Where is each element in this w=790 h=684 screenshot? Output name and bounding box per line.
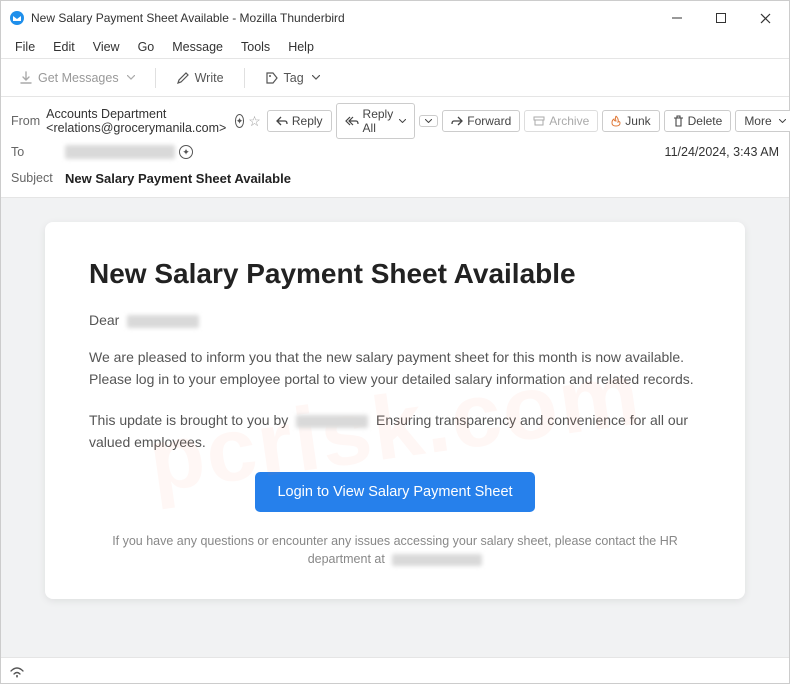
reply-button[interactable]: Reply	[267, 110, 332, 132]
thunderbird-icon	[9, 10, 25, 26]
from-address[interactable]: Accounts Department <relations@groceryma…	[46, 107, 231, 135]
paragraph-1: We are pleased to inform you that the ne…	[89, 346, 701, 391]
separator	[244, 68, 245, 88]
subject-label: Subject	[11, 171, 59, 185]
to-value: ✦	[65, 145, 659, 159]
greeting: Dear	[89, 312, 701, 328]
login-button[interactable]: Login to View Salary Payment Sheet	[255, 472, 534, 512]
footer-note: If you have any questions or encounter a…	[89, 532, 701, 570]
download-icon	[19, 71, 33, 85]
separator	[155, 68, 156, 88]
contact-icon[interactable]: ✦	[235, 114, 245, 128]
redacted-company	[296, 415, 368, 428]
from-value: Accounts Department <relations@groceryma…	[46, 107, 261, 135]
statusbar	[1, 657, 789, 683]
write-label: Write	[195, 71, 224, 85]
menu-view[interactable]: View	[85, 38, 128, 56]
chevron-down-icon	[779, 119, 786, 123]
get-messages-button[interactable]: Get Messages	[9, 66, 145, 90]
menu-edit[interactable]: Edit	[45, 38, 83, 56]
toolbar: Get Messages Write Tag	[1, 59, 789, 97]
redacted-contact	[392, 554, 482, 566]
from-label: From	[11, 114, 40, 128]
window-controls	[655, 3, 787, 33]
tag-button[interactable]: Tag	[255, 66, 330, 90]
trash-icon	[673, 115, 684, 127]
paragraph-2: This update is brought to you by Ensurin…	[89, 409, 701, 454]
archive-icon	[533, 116, 545, 126]
write-button[interactable]: Write	[166, 66, 234, 90]
redacted-recipient	[65, 145, 175, 159]
subject-value: New Salary Payment Sheet Available	[65, 171, 779, 186]
to-label: To	[11, 145, 59, 159]
chevron-down-icon	[399, 119, 406, 123]
chevron-down-icon	[127, 75, 135, 80]
reply-all-icon	[345, 116, 359, 126]
get-messages-label: Get Messages	[38, 71, 119, 85]
archive-button[interactable]: Archive	[524, 110, 598, 132]
menu-file[interactable]: File	[7, 38, 43, 56]
timestamp: 11/24/2024, 3:43 AM	[665, 145, 779, 159]
delete-button[interactable]: Delete	[664, 110, 732, 132]
pencil-icon	[176, 71, 190, 85]
close-button[interactable]	[743, 3, 787, 33]
menu-tools[interactable]: Tools	[233, 38, 278, 56]
more-button[interactable]: More	[735, 110, 790, 132]
maximize-button[interactable]	[699, 3, 743, 33]
menu-help[interactable]: Help	[280, 38, 322, 56]
tag-label: Tag	[284, 71, 304, 85]
reply-all-button[interactable]: Reply All	[336, 103, 416, 139]
email-heading: New Salary Payment Sheet Available	[89, 258, 701, 290]
redacted-name	[127, 315, 199, 328]
reply-icon	[276, 116, 288, 126]
titlebar: New Salary Payment Sheet Available - Moz…	[1, 1, 789, 35]
message-headers: From Accounts Department <relations@groc…	[1, 97, 789, 198]
junk-button[interactable]: Junk	[602, 110, 659, 132]
flame-icon	[611, 115, 621, 127]
email-card: New Salary Payment Sheet Available Dear …	[45, 222, 745, 599]
chevron-down-icon	[312, 75, 320, 80]
connection-icon[interactable]	[9, 664, 25, 678]
message-actions: Reply Reply All Forward Archive Junk Del…	[267, 103, 790, 139]
minimize-button[interactable]	[655, 3, 699, 33]
menu-message[interactable]: Message	[164, 38, 231, 56]
star-icon[interactable]: ☆	[248, 113, 261, 130]
reply-all-dropdown[interactable]	[419, 115, 438, 127]
window-title: New Salary Payment Sheet Available - Moz…	[31, 11, 655, 25]
menubar: File Edit View Go Message Tools Help	[1, 35, 789, 59]
tag-icon	[265, 71, 279, 85]
message-body: pcrisk.com New Salary Payment Sheet Avai…	[1, 198, 789, 657]
menu-go[interactable]: Go	[130, 38, 163, 56]
forward-button[interactable]: Forward	[442, 110, 520, 132]
contact-icon[interactable]: ✦	[179, 145, 193, 159]
forward-icon	[451, 116, 463, 126]
